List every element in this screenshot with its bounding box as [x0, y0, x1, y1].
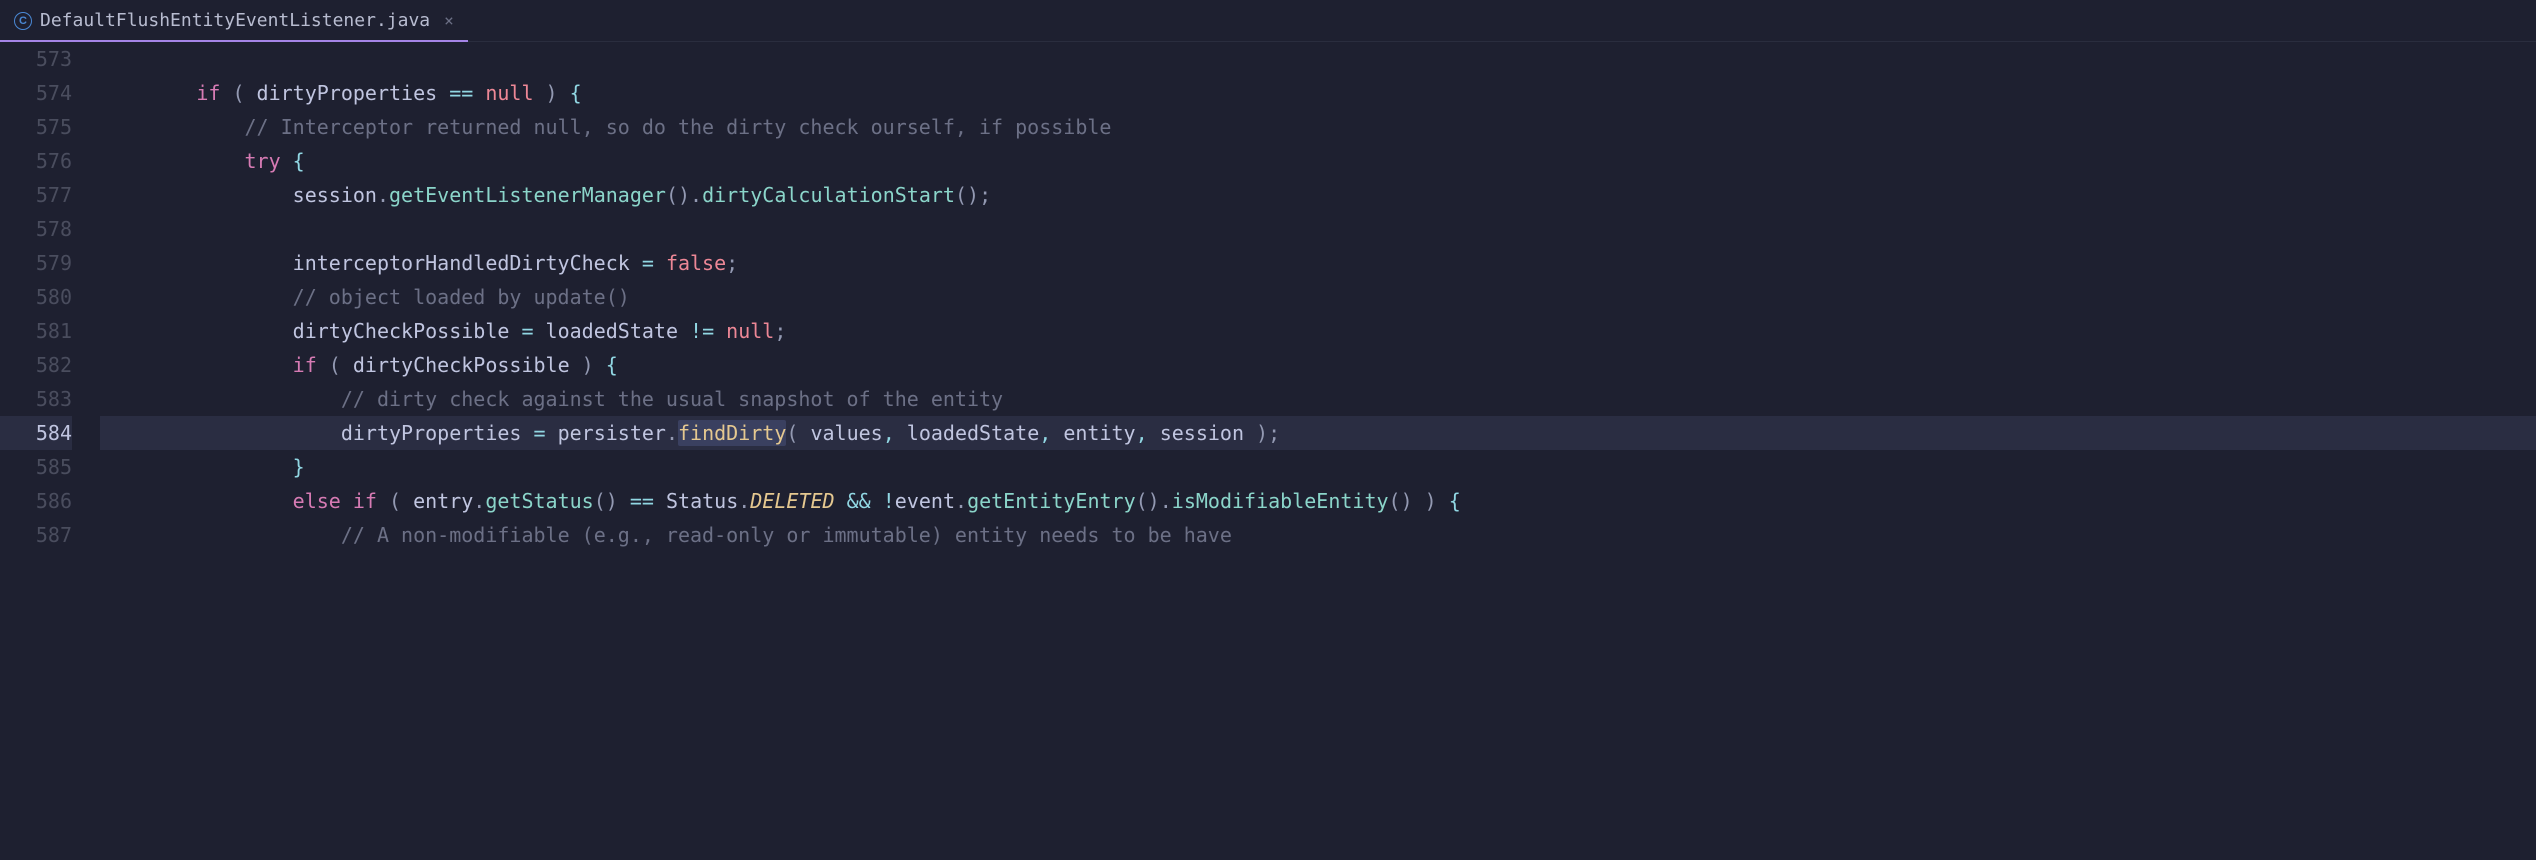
line-number: 578 [0, 212, 72, 246]
line-number: 579 [0, 246, 72, 280]
code-line: try { [100, 144, 2536, 178]
code-line: if ( dirtyProperties == null ) { [100, 76, 2536, 110]
code-line: dirtyCheckPossible = loadedState != null… [100, 314, 2536, 348]
line-number: 576 [0, 144, 72, 178]
line-number-current: 584 [0, 416, 72, 450]
line-gutter: 573 574 575 576 577 578 579 580 581 582 … [0, 42, 100, 860]
line-number: 583 [0, 382, 72, 416]
line-number: 577 [0, 178, 72, 212]
code-line: session.getEventListenerManager().dirtyC… [100, 178, 2536, 212]
code-line: // Interceptor returned null, so do the … [100, 110, 2536, 144]
code-line: // object loaded by update() [100, 280, 2536, 314]
java-class-icon: C [14, 12, 32, 30]
code-line [100, 42, 2536, 76]
line-number: 582 [0, 348, 72, 382]
tab-bar: C DefaultFlushEntityEventListener.java × [0, 0, 2536, 42]
highlighted-method: findDirty [678, 420, 786, 446]
code-line: interceptorHandledDirtyCheck = false; [100, 246, 2536, 280]
line-number: 580 [0, 280, 72, 314]
line-number: 573 [0, 42, 72, 76]
code-area[interactable]: if ( dirtyProperties == null ) { // Inte… [100, 42, 2536, 860]
code-line: else if ( entry.getStatus() == Status.DE… [100, 484, 2536, 518]
code-line-current: dirtyProperties = persister.findDirty( v… [100, 416, 2536, 450]
tab-file[interactable]: C DefaultFlushEntityEventListener.java × [0, 0, 468, 41]
code-line: } [100, 450, 2536, 484]
line-number: 575 [0, 110, 72, 144]
code-line: // dirty check against the usual snapsho… [100, 382, 2536, 416]
editor[interactable]: 573 574 575 576 577 578 579 580 581 582 … [0, 42, 2536, 860]
tab-filename: DefaultFlushEntityEventListener.java [40, 10, 430, 31]
line-number: 586 [0, 484, 72, 518]
code-line: // A non-modifiable (e.g., read-only or … [100, 518, 2536, 552]
close-icon[interactable]: × [444, 11, 454, 30]
line-number: 581 [0, 314, 72, 348]
code-line [100, 212, 2536, 246]
code-line: if ( dirtyCheckPossible ) { [100, 348, 2536, 382]
line-number: 574 [0, 76, 72, 110]
line-number: 587 [0, 518, 72, 552]
line-number: 585 [0, 450, 72, 484]
